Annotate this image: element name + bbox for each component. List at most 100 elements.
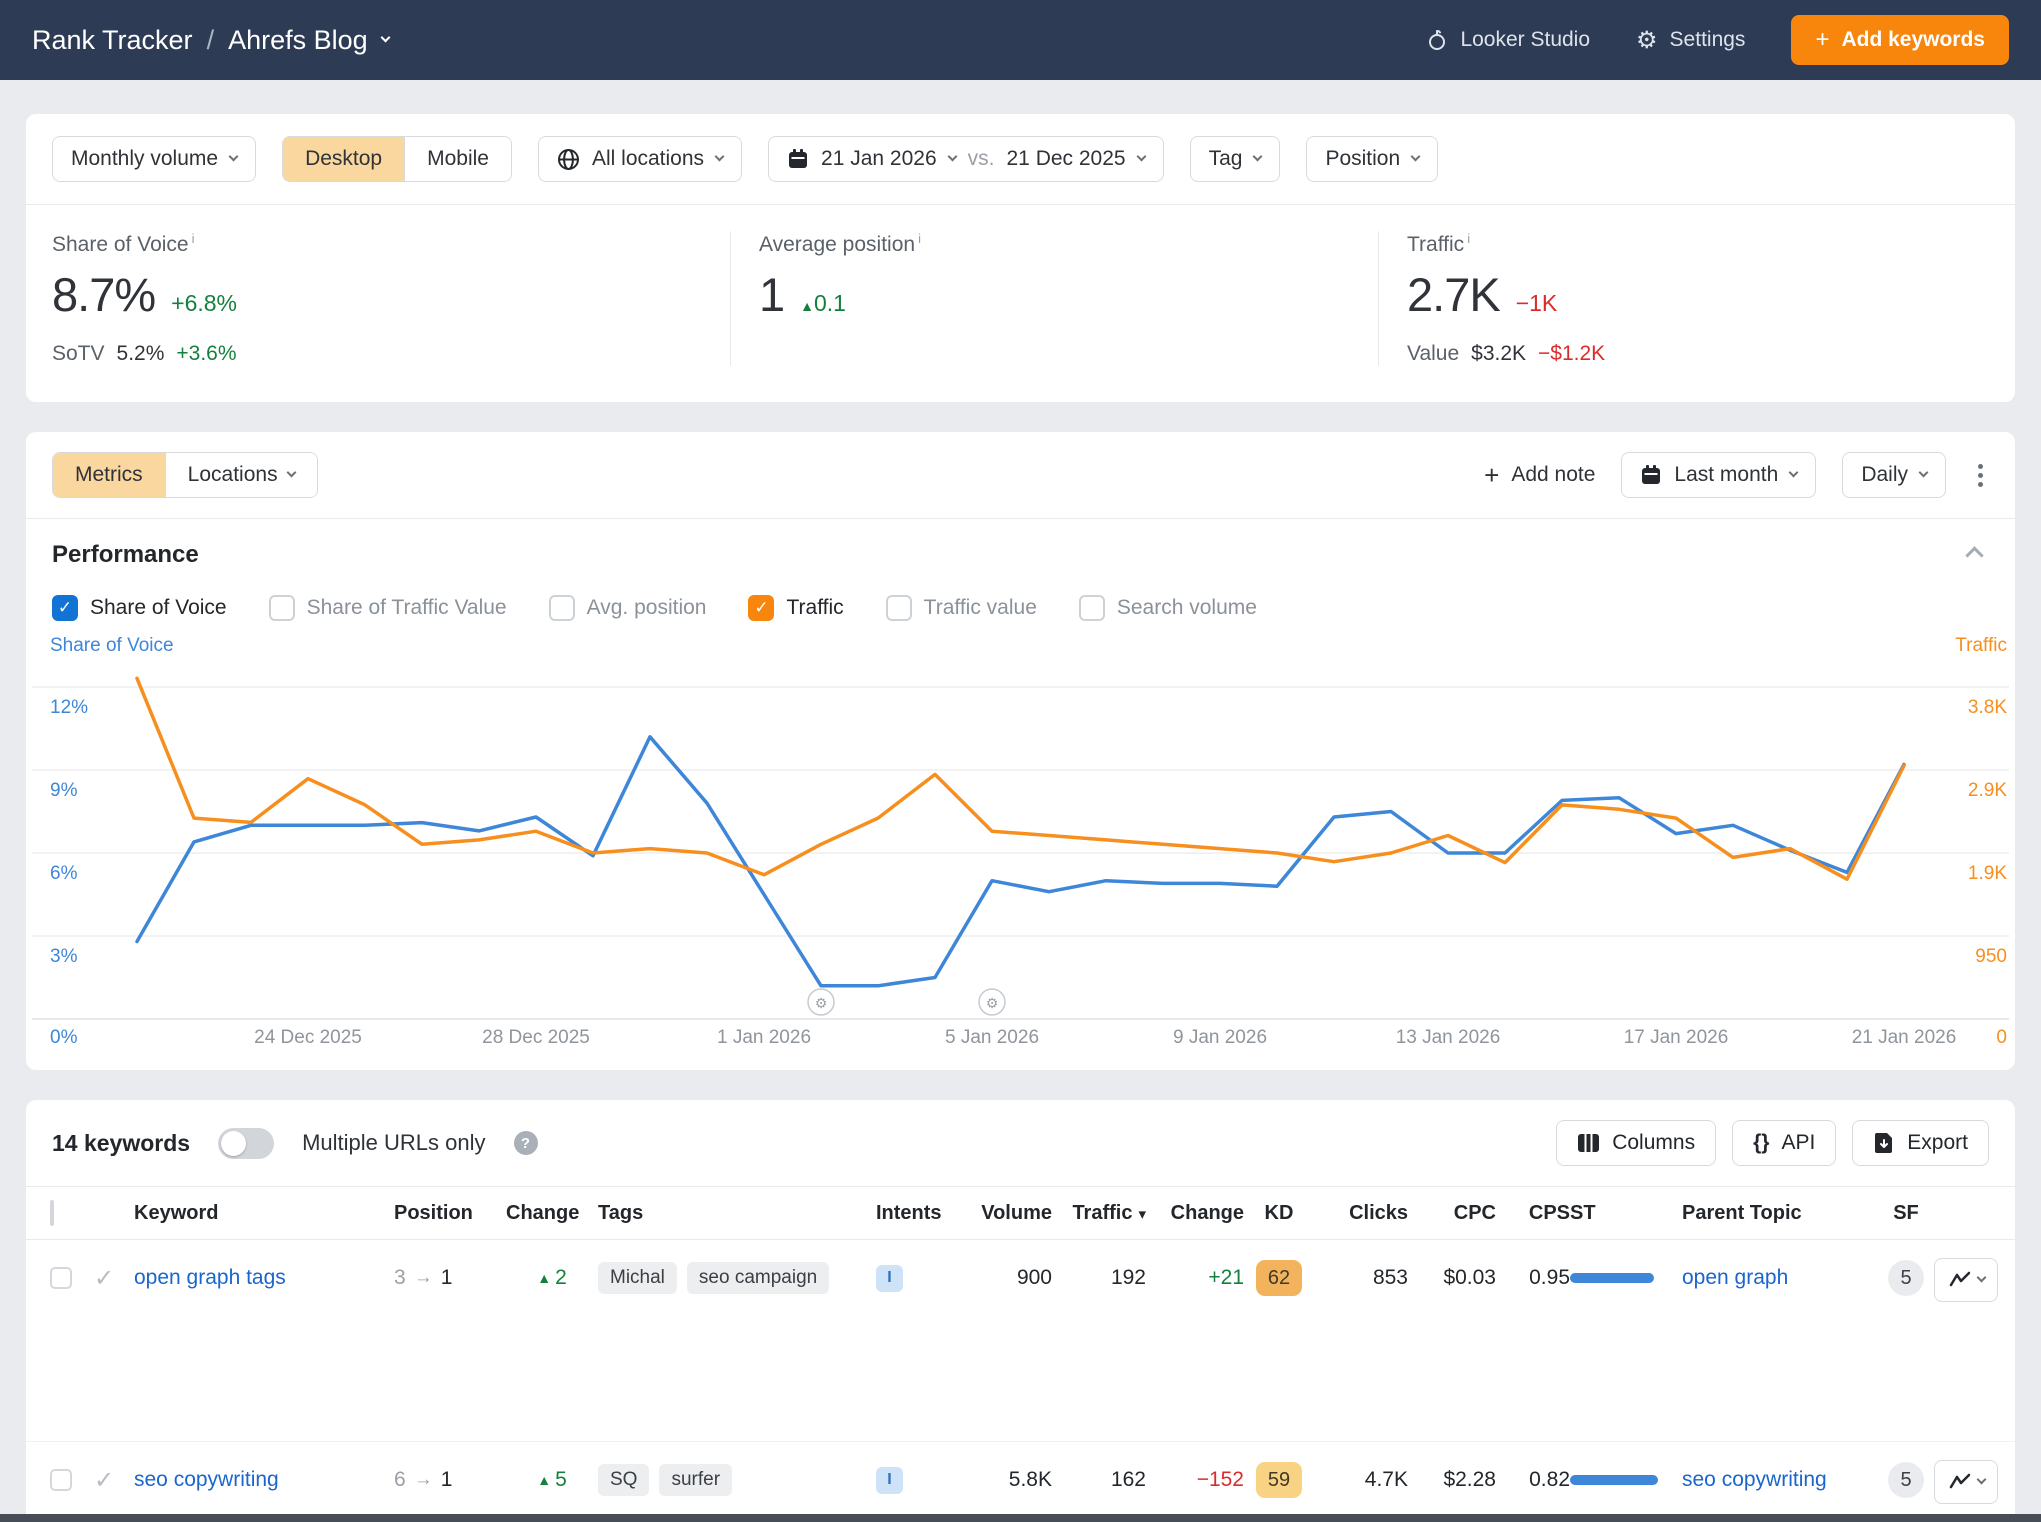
metric-checkbox[interactable] (269, 595, 295, 621)
chevron-down-icon (1976, 1475, 1986, 1485)
metric-check-traffic-value[interactable]: Traffic value (886, 595, 1037, 621)
metric-check-traffic[interactable]: ✓Traffic (748, 595, 843, 621)
intent-badge[interactable]: I (876, 1467, 903, 1494)
tags-cell: SQ surfer (598, 1460, 876, 1500)
looker-studio-link[interactable]: Looker Studio (1426, 28, 1590, 52)
traffic-change-cell: +21 (1146, 1258, 1244, 1298)
performance-chart[interactable]: Share of VoiceTraffic12%9%6%3%0%3.8K2.9K… (26, 631, 2015, 1051)
metric-check-avg-position[interactable]: Avg. position (549, 595, 707, 621)
settings-button[interactable]: ⚙ Settings (1636, 26, 1745, 55)
parent-topic-link[interactable]: seo copywriting (1682, 1468, 1827, 1492)
series-line-traffic[interactable] (137, 678, 1904, 879)
column-header-keyword[interactable]: Keyword (134, 1202, 394, 1225)
tag-pill[interactable]: SQ (598, 1464, 649, 1496)
keyword-chart-button[interactable] (1934, 1258, 1998, 1302)
performance-chart-container: Share of VoiceTraffic12%9%6%3%0%3.8K2.9K… (26, 627, 2015, 1070)
serp-features-badge[interactable]: 5 (1888, 1462, 1924, 1498)
cps-cell: 0.82 (1496, 1460, 1570, 1500)
sf-cell: 5 (1878, 1258, 1934, 1298)
left-axis-tick: 3% (50, 946, 78, 967)
multiple-urls-toggle[interactable] (218, 1128, 274, 1159)
column-header-clicks[interactable]: Clicks (1314, 1202, 1408, 1225)
granularity-select[interactable]: Daily (1842, 452, 1946, 498)
left-axis-tick: 0% (50, 1027, 78, 1048)
column-header-change[interactable]: Change (506, 1202, 598, 1225)
keyword-link[interactable]: open graph tags (134, 1266, 286, 1290)
column-header-sf[interactable]: SF (1878, 1202, 1934, 1225)
info-icon[interactable]: i (192, 231, 195, 246)
metric-checkbox[interactable]: ✓ (748, 595, 774, 621)
add-keywords-button[interactable]: + Add keywords (1791, 15, 2009, 65)
cps-cell: 0.95 (1496, 1258, 1570, 1298)
device-option-mobile[interactable]: Mobile (404, 137, 511, 181)
table-row: ✓open graph tags3→1▲2Michalseo campaignI… (26, 1240, 2015, 1442)
serp-features-badge[interactable]: 5 (1888, 1260, 1924, 1296)
date-range-select[interactable]: Last month (1621, 452, 1816, 498)
tag-pill[interactable]: surfer (659, 1464, 732, 1496)
tag-pill[interactable]: Michal (598, 1262, 677, 1294)
column-header-cpc[interactable]: CPC (1408, 1202, 1496, 1225)
up-triangle-icon: ▲ (800, 298, 814, 314)
metric-checkbox[interactable]: ✓ (52, 595, 78, 621)
column-header-traffic[interactable]: Traffic▾ (1052, 1202, 1146, 1225)
intent-badge[interactable]: I (876, 1265, 903, 1292)
series-line-share-of-voice[interactable] (137, 737, 1904, 986)
select-all-checkbox[interactable] (50, 1200, 54, 1226)
chevron-down-icon (715, 152, 725, 162)
breadcrumb-project[interactable]: Ahrefs Blog (228, 25, 368, 56)
left-axis-tick: 12% (50, 697, 88, 718)
note-marker-icon[interactable]: ⚙ (979, 989, 1005, 1015)
chevron-down-icon[interactable] (380, 33, 390, 43)
traffic-change-cell: −152 (1146, 1460, 1244, 1500)
tag-pill[interactable]: seo campaign (687, 1262, 829, 1294)
parent-topic-link[interactable]: open graph (1682, 1266, 1788, 1290)
help-icon[interactable]: ? (514, 1131, 538, 1155)
row-checkbox[interactable] (50, 1469, 72, 1491)
info-icon[interactable]: i (1467, 231, 1470, 246)
column-header-tags[interactable]: Tags (598, 1202, 876, 1225)
date-compare-select[interactable]: 21 Jan 2026 vs. 21 Dec 2025 (768, 136, 1164, 182)
sotv-subline: SoTV 5.2% +3.6% (52, 342, 704, 366)
note-marker-icon[interactable]: ⚙ (808, 989, 834, 1015)
api-button[interactable]: {} API (1732, 1120, 1836, 1166)
add-note-button[interactable]: + Add note (1484, 462, 1595, 488)
export-button[interactable]: Export (1852, 1120, 1989, 1166)
metric-check-search-volume[interactable]: Search volume (1079, 595, 1257, 621)
metric-check-share-of-voice[interactable]: ✓Share of Voice (52, 595, 227, 621)
metric-checkbox[interactable] (549, 595, 575, 621)
ranked-check-icon: ✓ (94, 1264, 114, 1293)
column-header-parent-topic[interactable]: Parent Topic (1682, 1202, 1878, 1225)
device-option-desktop[interactable]: Desktop (283, 137, 404, 181)
volume-mode-select[interactable]: Monthly volume (52, 136, 256, 182)
keywords-count: 14 keywords (52, 1130, 190, 1157)
keyword-chart-button[interactable] (1934, 1460, 1998, 1504)
info-icon[interactable]: i (918, 231, 921, 246)
columns-button[interactable]: Columns (1556, 1120, 1716, 1166)
st-bar (1570, 1273, 1654, 1283)
add-keywords-label: Add keywords (1841, 28, 1985, 52)
average-position-value: 1 (759, 267, 784, 322)
row-checkbox[interactable] (50, 1267, 72, 1289)
column-header-cps[interactable]: CPS (1496, 1202, 1570, 1225)
metric-checkbox[interactable] (886, 595, 912, 621)
column-header-change[interactable]: Change (1146, 1202, 1244, 1225)
metric-check-share-of-traffic-value[interactable]: Share of Traffic Value (269, 595, 507, 621)
right-axis-title: Traffic (1955, 635, 2007, 656)
column-header-st[interactable]: ST (1570, 1202, 1682, 1225)
tag-filter[interactable]: Tag (1190, 136, 1281, 182)
columns-icon (1577, 1133, 1600, 1153)
tab-locations[interactable]: Locations (165, 453, 317, 497)
column-header-kd[interactable]: KD (1244, 1202, 1314, 1225)
traffic-cell: 162 (1052, 1460, 1146, 1500)
breadcrumb-app[interactable]: Rank Tracker (32, 25, 193, 56)
column-header-intents[interactable]: Intents (876, 1202, 960, 1225)
keyword-link[interactable]: seo copywriting (134, 1468, 279, 1492)
metric-check-label: Traffic value (924, 596, 1037, 620)
metric-checkbox[interactable] (1079, 595, 1105, 621)
locations-filter[interactable]: All locations (538, 136, 742, 182)
position-filter[interactable]: Position (1306, 136, 1438, 182)
column-header-volume[interactable]: Volume (960, 1202, 1052, 1225)
more-options-kebab-icon[interactable] (1972, 458, 1989, 493)
tab-metrics[interactable]: Metrics (53, 453, 165, 497)
column-header-position[interactable]: Position (394, 1202, 506, 1225)
